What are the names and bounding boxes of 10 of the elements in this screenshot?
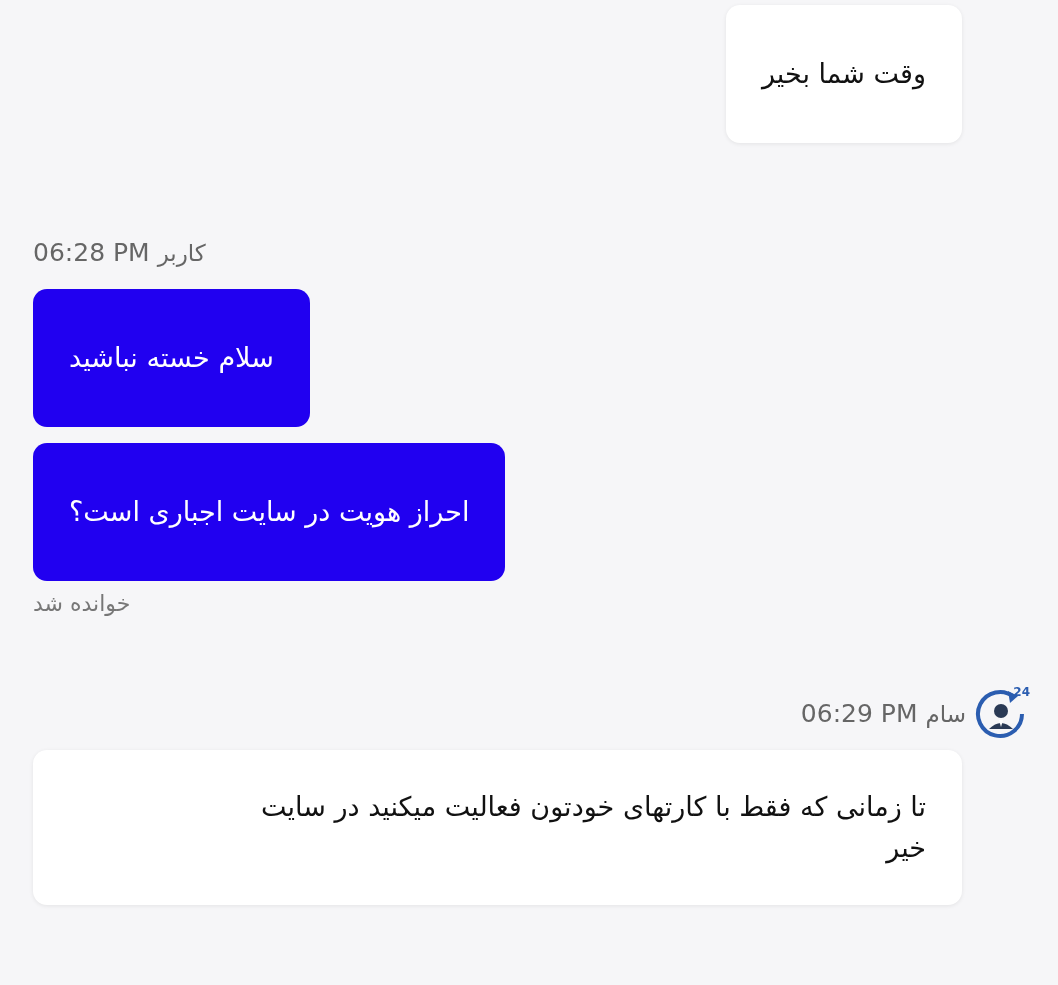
message-bubble: سلام خسته نباشید [33, 288, 310, 427]
sender-name: کاربر [157, 239, 206, 266]
avatar-number-label: 24 [1013, 684, 1030, 699]
message-bubble: احراز هویت در سایت اجباری است؟ [33, 442, 506, 581]
message-time: 06:28 PM [33, 238, 150, 268]
sender-name: سام [925, 700, 966, 727]
message-time: 06:29 PM [800, 699, 918, 729]
message-bubble: وقت شما بخیر [725, 5, 962, 143]
read-status: خوانده شد [33, 590, 131, 616]
message-bubble: تا زمانی که فقط با کارتهای خودتون فعالیت میکنید در سایت خیر [33, 749, 962, 906]
